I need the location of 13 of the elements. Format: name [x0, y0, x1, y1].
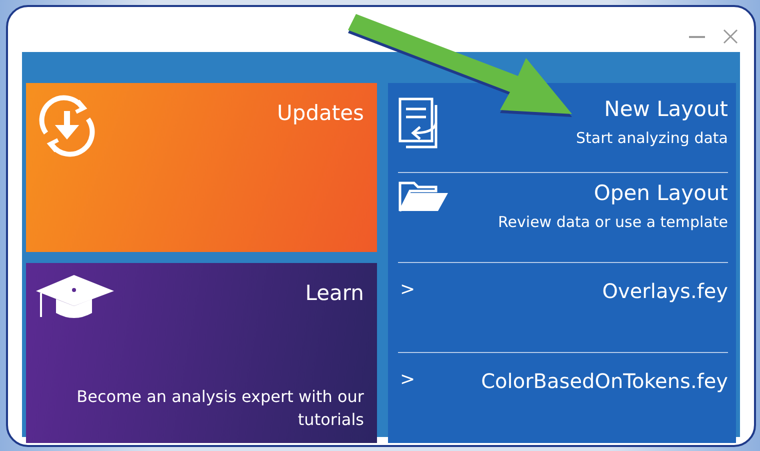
action-subtitle: Review data or use a template: [498, 213, 728, 231]
updates-tile[interactable]: Updates: [26, 83, 377, 252]
minimize-icon[interactable]: [689, 34, 705, 38]
learn-tile[interactable]: Learn Become an analysis expert with our tutorials: [26, 263, 377, 443]
recent-file-link[interactable]: Overlays.fey: [602, 279, 728, 303]
recent-file-link[interactable]: ColorBasedOnTokens.fey: [481, 369, 728, 393]
action-title[interactable]: New Layout: [604, 97, 728, 121]
chevron-marker: >: [400, 279, 416, 300]
action-title[interactable]: Open Layout: [594, 181, 728, 205]
chevron-marker: >: [400, 369, 416, 390]
folder-icon: [398, 181, 450, 213]
action-subtitle: Start analyzing data: [576, 129, 728, 147]
close-icon[interactable]: [723, 29, 738, 44]
